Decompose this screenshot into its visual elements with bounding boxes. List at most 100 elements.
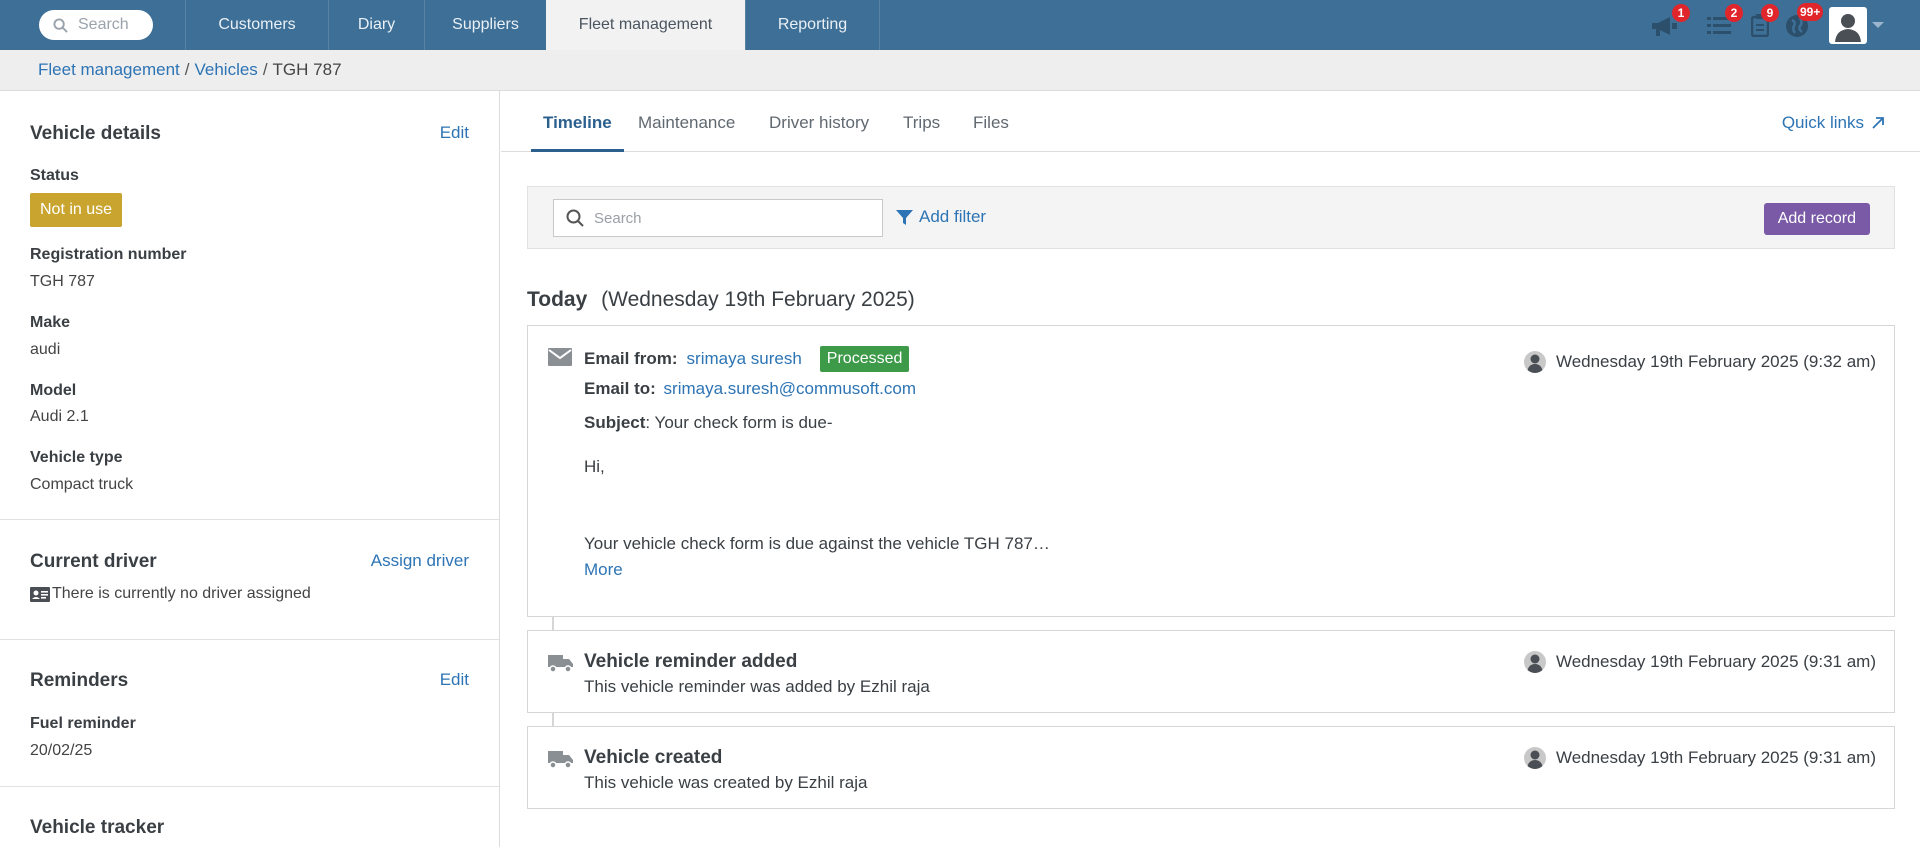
email-from-label: Email from: — [584, 349, 678, 368]
envelope-icon — [548, 348, 572, 366]
created-title: Vehicle created — [584, 747, 723, 768]
user-avatar-icon — [1523, 351, 1546, 373]
created-description: This vehicle was created by Ezhil raja — [584, 773, 868, 792]
nav-customers[interactable]: Customers — [185, 0, 328, 50]
make-value: audi — [30, 341, 61, 358]
timeline-day-date: (Wednesday 19th February 2025) — [601, 288, 915, 311]
breadcrumb-fleet-management[interactable]: Fleet management — [38, 60, 180, 80]
user-avatar-icon — [1523, 747, 1546, 769]
processed-badge: Processed — [819, 346, 910, 372]
reminders-section: Reminders Edit Fuel reminder 20/02/25 — [0, 640, 499, 777]
add-filter-label: Add filter — [919, 207, 987, 226]
no-driver-text: There is currently no driver assigned — [52, 585, 311, 602]
add-filter-button[interactable]: Add filter — [896, 207, 986, 227]
created-time-text: Wednesday 19th February 2025 (9:31 am) — [1555, 748, 1876, 767]
email-more-link[interactable]: More — [584, 560, 623, 580]
no-driver-message: There is currently no driver assigned — [30, 585, 311, 603]
timeline-connector — [552, 617, 554, 630]
reminder-timestamp: Wednesday 19th February 2025 (9:31 am) — [1523, 651, 1876, 673]
breadcrumb-separator: / — [184, 60, 190, 79]
email-from-link[interactable]: srimaya suresh — [687, 349, 802, 369]
email-time-text: Wednesday 19th February 2025 (9:32 am) — [1555, 352, 1876, 371]
vehicle-details-title: Vehicle details — [30, 123, 161, 144]
global-search-placeholder: Search — [78, 16, 129, 33]
status-label: Status — [30, 167, 79, 184]
user-avatar-icon — [1523, 651, 1546, 673]
vehicle-sidebar: Vehicle details Edit Status Not in use R… — [0, 91, 500, 847]
email-body: Your vehicle check form is due against t… — [584, 534, 1050, 553]
timeline-search-input[interactable]: Search — [553, 199, 883, 237]
breadcrumb-vehicles[interactable]: Vehicles — [194, 60, 257, 80]
nav-reporting[interactable]: Reporting — [745, 0, 880, 50]
tasks-badge: 2 — [1725, 4, 1743, 22]
global-search[interactable]: Search — [39, 10, 153, 40]
tab-timeline[interactable]: Timeline — [543, 113, 612, 133]
vehicle-details-section: Vehicle details Edit Status Not in use R… — [0, 91, 499, 519]
current-driver-title: Current driver — [30, 551, 157, 572]
globe-button[interactable]: 99+ — [1785, 3, 1824, 40]
timeline-created-card: Vehicle created This vehicle was created… — [527, 726, 1895, 809]
reminder-title: Vehicle reminder added — [584, 651, 798, 672]
globe-badge: 99+ — [1797, 3, 1824, 21]
breadcrumb-separator: / — [262, 60, 268, 79]
truck-icon — [548, 655, 573, 673]
announcements-badge: 1 — [1672, 4, 1690, 22]
clipboard-button[interactable]: 9 — [1751, 4, 1779, 40]
email-timestamp: Wednesday 19th February 2025 (9:32 am) — [1523, 351, 1876, 373]
announcements-button[interactable]: 1 — [1650, 4, 1690, 40]
email-subject-label: Subject — [584, 413, 646, 432]
search-icon — [566, 209, 584, 227]
tab-driver-history[interactable]: Driver history — [769, 113, 869, 133]
vehicle-tracker-title: Vehicle tracker — [30, 817, 165, 838]
email-to-label: Email to: — [584, 379, 656, 398]
email-to-link[interactable]: srimaya.suresh@commusoft.com — [664, 379, 917, 398]
id-card-icon — [30, 586, 50, 602]
email-subject-row: Subject: Your check form is due- — [584, 413, 833, 433]
user-avatar-button[interactable] — [1829, 7, 1867, 44]
truck-icon — [548, 751, 573, 769]
reminders-edit-link[interactable]: Edit — [440, 670, 469, 690]
status-badge: Not in use — [30, 193, 123, 227]
email-from-row: Email from: srimaya suresh Processed — [584, 346, 910, 372]
vehicle-type-label: Vehicle type — [30, 449, 123, 466]
fuel-reminder-label: Fuel reminder — [30, 715, 136, 732]
timeline-email-card: Email from: srimaya suresh Processed Ema… — [527, 325, 1895, 617]
model-label: Model — [30, 382, 77, 399]
fuel-reminder-value: 20/02/25 — [30, 742, 93, 759]
vehicle-details-edit-link[interactable]: Edit — [440, 123, 469, 143]
registration-label: Registration number — [30, 246, 187, 263]
nav-diary[interactable]: Diary — [328, 0, 424, 50]
email-greeting: Hi, — [584, 457, 605, 476]
timeline-day-heading: Today (Wednesday 19th February 2025) — [527, 288, 915, 312]
timeline-search-placeholder: Search — [594, 209, 642, 227]
search-icon — [53, 17, 68, 33]
assign-driver-link[interactable]: Assign driver — [371, 551, 469, 571]
breadcrumb: Fleet management / Vehicles / TGH 787 — [0, 50, 1920, 91]
quick-links-link[interactable]: Quick links — [1782, 113, 1885, 133]
top-nav: Search Customers Diary Suppliers Fleet m… — [0, 0, 1920, 50]
filter-bar: Search Add filter Add record — [527, 186, 1895, 249]
user-menu-chevron-icon[interactable] — [1872, 22, 1884, 28]
tab-bar: Timeline Maintenance Driver history Trip… — [501, 91, 1920, 152]
nav-suppliers[interactable]: Suppliers — [424, 0, 546, 50]
user-avatar-icon — [1835, 13, 1861, 42]
tab-maintenance[interactable]: Maintenance — [638, 113, 735, 133]
make-label: Make — [30, 314, 71, 331]
timeline-reminder-card: Vehicle reminder added This vehicle remi… — [527, 630, 1895, 713]
reminder-time-text: Wednesday 19th February 2025 (9:31 am) — [1555, 652, 1876, 671]
tab-trips[interactable]: Trips — [903, 113, 940, 133]
external-arrow-icon — [1872, 117, 1884, 129]
quick-links-label: Quick links — [1781, 113, 1864, 132]
tasks-button[interactable]: 2 — [1707, 4, 1743, 40]
model-value: Audi 2.1 — [30, 408, 89, 425]
add-record-button[interactable]: Add record — [1763, 203, 1870, 235]
clipboard-badge: 9 — [1761, 4, 1779, 22]
timeline-connector — [552, 713, 554, 726]
vehicle-type-value: Compact truck — [30, 476, 134, 493]
current-driver-section: Current driver Assign driver There is cu… — [0, 520, 499, 640]
timeline-day-label: Today — [527, 288, 588, 311]
tab-files[interactable]: Files — [973, 113, 1009, 133]
reminder-description: This vehicle reminder was added by Ezhil… — [584, 677, 930, 696]
email-subject-value: : Your check form is due- — [645, 413, 833, 432]
nav-fleet-management[interactable]: Fleet management — [546, 0, 745, 50]
